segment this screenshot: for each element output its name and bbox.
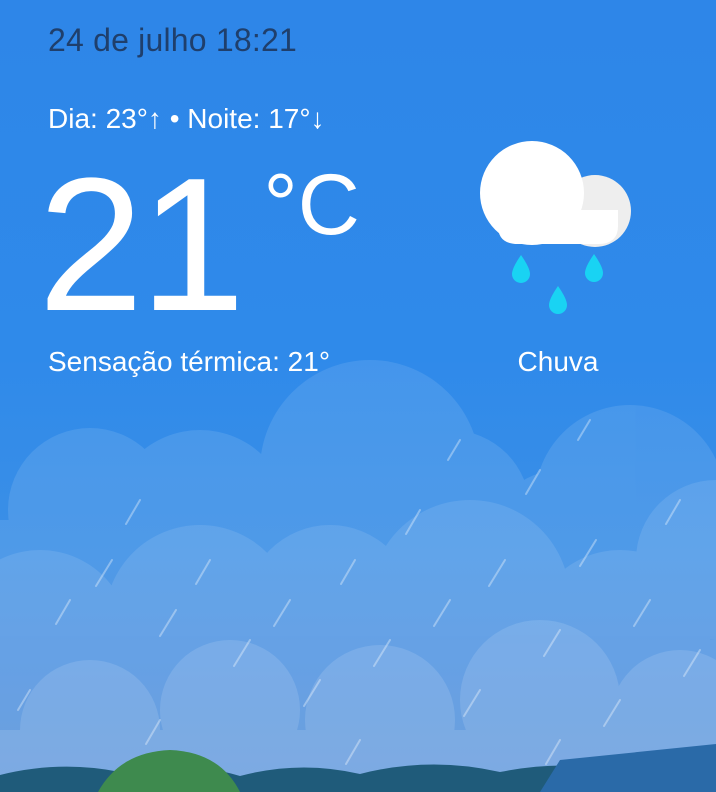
cloud-shape — [480, 141, 631, 247]
day-night-temperatures: Dia: 23°↑ • Noite: 17°↓ — [48, 103, 325, 134]
raindrops — [512, 254, 603, 314]
temperature-unit: °C — [263, 157, 360, 253]
feels-like: Sensação térmica: 21° — [48, 346, 331, 377]
current-temperature[interactable]: 21 °C — [38, 150, 360, 340]
condition-label: Chuva — [517, 346, 599, 377]
rain-cloud-icon[interactable] — [478, 140, 638, 320]
temperature-value: 21 — [38, 139, 245, 351]
date-time: 24 de julho 18:21 — [48, 22, 297, 58]
